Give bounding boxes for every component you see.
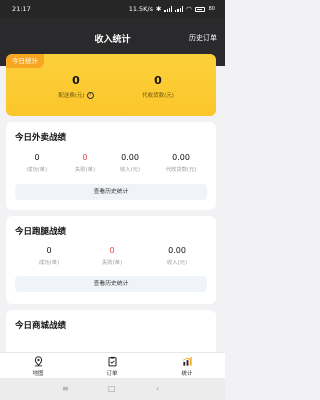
takeout-collection-stat: 0.00 代收货款(元)	[156, 153, 206, 173]
collection-stat: 0 代收货款(元)	[123, 74, 193, 99]
status-time: 21:17	[12, 5, 31, 13]
history-orders-link[interactable]: 历史订单	[189, 33, 217, 43]
bar-chart-icon	[167, 356, 207, 367]
takeout-fail-stat: 0 失败(单)	[68, 153, 102, 173]
errand-stats-card: 今日跑腿战绩 0 成功(单) 0 失败(单) 0.00 收入(元) 查看历史统计	[6, 216, 216, 304]
takeout-income-stat: 0.00 收入(元)	[112, 153, 148, 173]
collection-value: 0	[154, 74, 162, 87]
signal-icon-2	[175, 6, 183, 12]
network-speed: 11.5K/s	[128, 5, 153, 13]
collection-label: 代收货款(元)	[142, 93, 174, 99]
takeout-success-stat: 0 成功(单)	[20, 153, 54, 173]
takeout-stats-card: 今日外卖战绩 0 成功(单) 0 失败(单) 0.00 收入(元) 0.00 代…	[6, 122, 216, 210]
takeout-collection-label: 代收货款(元)	[165, 167, 197, 173]
status-icons: 11.5K/s ✱ ◠ 80	[129, 5, 215, 13]
back-icon[interactable]: ‹	[156, 384, 159, 394]
errand-income-label: 收入(元)	[166, 260, 188, 266]
errand-history-button[interactable]: 查看历史统计	[15, 276, 207, 292]
takeout-income-label: 收入(元)	[119, 167, 141, 173]
errand-fail-value: 0	[109, 246, 115, 255]
takeout-history-button[interactable]: 查看历史统计	[15, 184, 207, 200]
tab-orders-label: 订单	[106, 371, 118, 377]
errand-fail-label: 失败(单)	[101, 260, 123, 266]
mall-title: 今日商城战绩	[15, 321, 67, 331]
errand-income-stat: 0.00 收入(元)	[159, 246, 195, 266]
takeout-success-label: 成功(单)	[26, 167, 48, 173]
map-pin-icon	[18, 356, 58, 367]
takeout-title: 今日外卖战绩	[15, 133, 67, 143]
signal-icon	[164, 6, 173, 12]
battery-level: 80	[208, 6, 215, 12]
today-summary-card: 今日统计 0 配送费(元) ? 0 代收货款(元)	[6, 54, 216, 116]
errand-fail-stat: 0 失败(单)	[95, 246, 129, 266]
takeout-fail-value: 0	[82, 153, 88, 162]
battery-icon	[194, 6, 205, 12]
errand-title: 今日跑腿战绩	[15, 227, 67, 237]
help-icon[interactable]: ?	[86, 91, 94, 99]
tab-map[interactable]: 地图	[18, 356, 58, 377]
bluetooth-icon: ✱	[156, 5, 162, 13]
takeout-collection-value: 0.00	[172, 153, 190, 162]
delivery-fee-label: 配送费(元)	[58, 93, 85, 99]
errand-success-value: 0	[46, 246, 52, 255]
bottom-tab-bar: 地图 订单 统计	[0, 352, 225, 378]
clipboard-icon	[92, 356, 132, 367]
today-summary-tag: 今日统计	[6, 54, 44, 68]
home-icon[interactable]: □	[108, 384, 116, 394]
tab-orders[interactable]: 订单	[92, 356, 132, 377]
menu-icon[interactable]: ≡	[62, 384, 69, 394]
errand-success-label: 成功(单)	[38, 260, 60, 266]
wifi-icon: ◠	[185, 5, 192, 13]
delivery-fee-value: 0	[72, 74, 80, 87]
tab-map-label: 地图	[32, 371, 44, 377]
mall-stats-card: 今日商城战绩	[6, 310, 216, 358]
status-bar: 21:17 11.5K/s ✱ ◠ 80	[0, 0, 225, 18]
errand-success-stat: 0 成功(单)	[32, 246, 66, 266]
system-nav-bar: ≡ □ ‹	[0, 378, 225, 400]
takeout-fail-label: 失败(单)	[74, 167, 96, 173]
errand-income-value: 0.00	[168, 246, 186, 255]
delivery-fee-stat: 0 配送费(元) ?	[41, 74, 111, 99]
tab-stats[interactable]: 统计	[167, 356, 207, 377]
takeout-income-value: 0.00	[121, 153, 139, 162]
takeout-success-value: 0	[34, 153, 40, 162]
tab-stats-label: 统计	[181, 371, 193, 377]
